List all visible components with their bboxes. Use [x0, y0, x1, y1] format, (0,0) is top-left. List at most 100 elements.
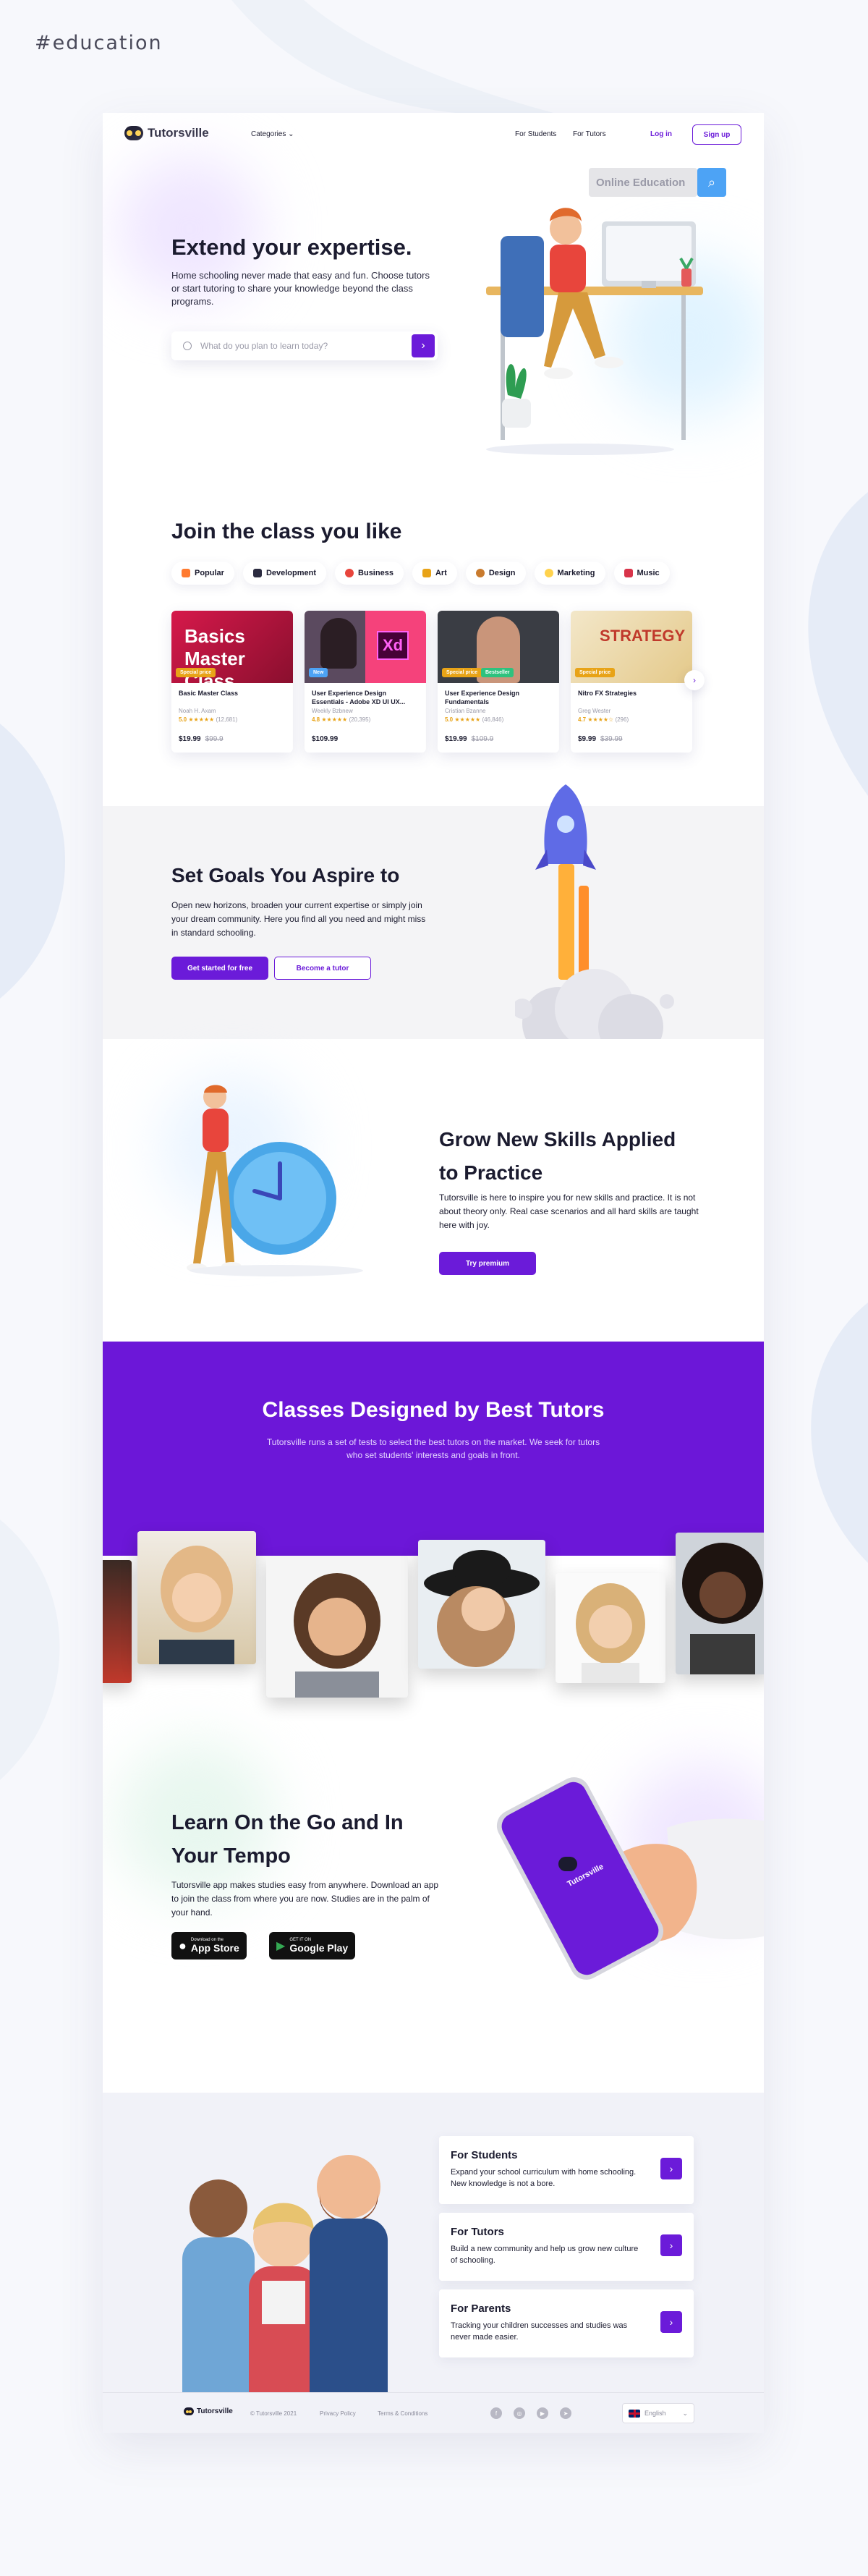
audience-card-tutors[interactable]: For Tutors Build a new community and hel… — [439, 2213, 694, 2281]
current-price: $109.99 — [312, 735, 339, 743]
category-marketing[interactable]: Marketing — [534, 562, 605, 585]
audience-title: For Students — [451, 2149, 518, 2161]
tutor-photo — [676, 1533, 764, 1674]
phone-in-hand-illustration — [496, 1777, 764, 1980]
course-thumbnail: Special price Bestseller — [438, 611, 559, 683]
course-card[interactable]: Special price Bestseller User Experience… — [438, 611, 559, 753]
price-tag: Special price — [442, 668, 482, 677]
chevron-right-icon: › — [693, 675, 696, 685]
footer: Tutorsville © Tutorsville 2021 Privacy P… — [103, 2392, 764, 2433]
app-store-button[interactable]: ● Download on the App Store — [171, 1932, 247, 1959]
chevron-right-icon: › — [669, 2240, 673, 2251]
category-business[interactable]: Business — [335, 562, 404, 585]
price-tag: Special price — [575, 668, 616, 677]
category-label: Design — [488, 569, 516, 577]
footer-logo[interactable]: Tutorsville — [184, 2407, 233, 2415]
uk-flag-icon — [629, 2409, 640, 2418]
laptop-icon — [252, 569, 262, 577]
course-cards-carousel: Basics Master Class Special price Basic … — [171, 611, 692, 753]
category-art[interactable]: Art — [412, 562, 457, 585]
audience-go-button[interactable]: › — [660, 2158, 682, 2179]
tutor-at-desk-illustration — [486, 208, 703, 455]
facebook-icon[interactable]: f — [490, 2407, 502, 2419]
rocket-illustration — [515, 784, 674, 1039]
course-search-input[interactable]: What do you plan to learn today? › — [171, 331, 438, 360]
old-price: $99.9 — [205, 735, 224, 743]
mobile-text: Tutorsville app makes studies easy from … — [171, 1880, 439, 1918]
course-price: $19.99 $109.9 — [445, 735, 493, 743]
review-count: (20,395) — [349, 716, 371, 723]
course-card[interactable]: STRATEGY Special price Nitro FX Strategi… — [571, 611, 692, 753]
get-started-button[interactable]: Get started for free — [171, 957, 268, 980]
audience-text: Expand your school curriculum with home … — [451, 2168, 637, 2188]
category-music[interactable]: Music — [613, 562, 670, 585]
audience-text: Tracking your children successes and stu… — [451, 2321, 628, 2342]
target-icon — [345, 569, 354, 577]
bestseller-tag: Bestseller — [481, 668, 514, 677]
audience-card-students[interactable]: For Students Expand your school curricul… — [439, 2136, 694, 2204]
category-design[interactable]: Design — [465, 562, 526, 585]
chevron-right-icon: › — [669, 2163, 673, 2174]
goals-text: Open new horizons, broaden your current … — [171, 900, 426, 938]
privacy-policy-link[interactable]: Privacy Policy — [320, 2410, 356, 2417]
categories-label: Categories — [251, 130, 286, 138]
become-tutor-button[interactable]: Become a tutor — [274, 957, 371, 980]
review-count: (46,846) — [482, 716, 504, 723]
course-thumbnail: Basics Master Class Special price — [171, 611, 293, 692]
classes-section-title: Join the class you like — [171, 520, 402, 543]
audience-go-button[interactable]: › — [660, 2234, 682, 2256]
course-title: User Experience Design Fundamentals — [445, 690, 520, 706]
category-filter-bar: Popular Development Business Art Design … — [171, 562, 670, 585]
current-price: $19.99 — [179, 735, 201, 743]
tutor-photo — [137, 1531, 256, 1664]
instructor-photo — [320, 618, 357, 669]
search-icon — [183, 342, 192, 350]
telegram-icon[interactable]: ➤ — [560, 2407, 571, 2419]
chevron-down-icon: ⌄ — [682, 2409, 688, 2417]
logo-text: Tutorsville — [148, 126, 209, 140]
course-author: Greg Wester — [578, 708, 611, 714]
carousel-next-button[interactable]: › — [684, 670, 705, 690]
new-tag: New — [309, 668, 328, 677]
course-rating: 5.0 ★★★★★ (46,846) — [445, 716, 504, 723]
current-price: $9.99 — [578, 735, 597, 743]
price-tag: Special price — [176, 668, 216, 677]
chevron-right-icon: › — [421, 339, 425, 352]
try-premium-button[interactable]: Try premium — [439, 1252, 536, 1275]
course-price: $109.99 — [312, 735, 342, 743]
goals-section: Set Goals You Aspire to Open new horizon… — [103, 784, 764, 1039]
course-title: User Experience Design Essentials - Adob… — [312, 690, 406, 706]
tutor-photo — [103, 1560, 132, 1683]
youtube-icon[interactable]: ▶ — [537, 2407, 548, 2419]
login-button[interactable]: Log in — [650, 130, 672, 138]
search-submit-button[interactable]: › — [412, 334, 435, 357]
course-price: $9.99 $39.99 — [578, 735, 623, 743]
audience-go-button[interactable]: › — [660, 2311, 682, 2333]
tutor-photo — [556, 1573, 665, 1683]
category-label: Marketing — [557, 569, 595, 577]
signup-button[interactable]: Sign up — [692, 124, 741, 145]
audience-card-parents[interactable]: For Parents Tracking your children succe… — [439, 2289, 694, 2357]
category-label: Art — [435, 569, 447, 577]
rating-value: 4.8 — [312, 716, 320, 723]
categories-dropdown[interactable]: Categories ⌄ — [251, 130, 294, 138]
apple-icon: ● — [179, 1938, 187, 1953]
footer-logo-text: Tutorsville — [197, 2407, 233, 2415]
course-card[interactable]: Xd New User Experience Design Essentials… — [305, 611, 426, 753]
fire-icon — [182, 569, 190, 577]
instagram-icon[interactable]: ◎ — [514, 2407, 525, 2419]
language-selector[interactable]: English ⌄ — [622, 2403, 694, 2423]
logo[interactable]: Tutorsville — [124, 126, 209, 140]
category-development[interactable]: Development — [242, 562, 327, 585]
nav-for-students[interactable]: For Students — [515, 130, 556, 138]
chevron-right-icon: › — [669, 2316, 673, 2328]
rating-value: 5.0 — [179, 716, 187, 723]
tutor-photo — [418, 1540, 545, 1669]
category-label: Development — [265, 569, 317, 577]
course-card[interactable]: Basics Master Class Special price Basic … — [171, 611, 293, 753]
google-play-button[interactable]: ▶ GET IT ON Google Play — [269, 1932, 356, 1959]
category-popular[interactable]: Popular — [171, 562, 234, 585]
course-author: Noah H. Axam — [179, 708, 216, 714]
terms-link[interactable]: Terms & Conditions — [378, 2410, 427, 2417]
nav-for-tutors[interactable]: For Tutors — [573, 130, 606, 138]
